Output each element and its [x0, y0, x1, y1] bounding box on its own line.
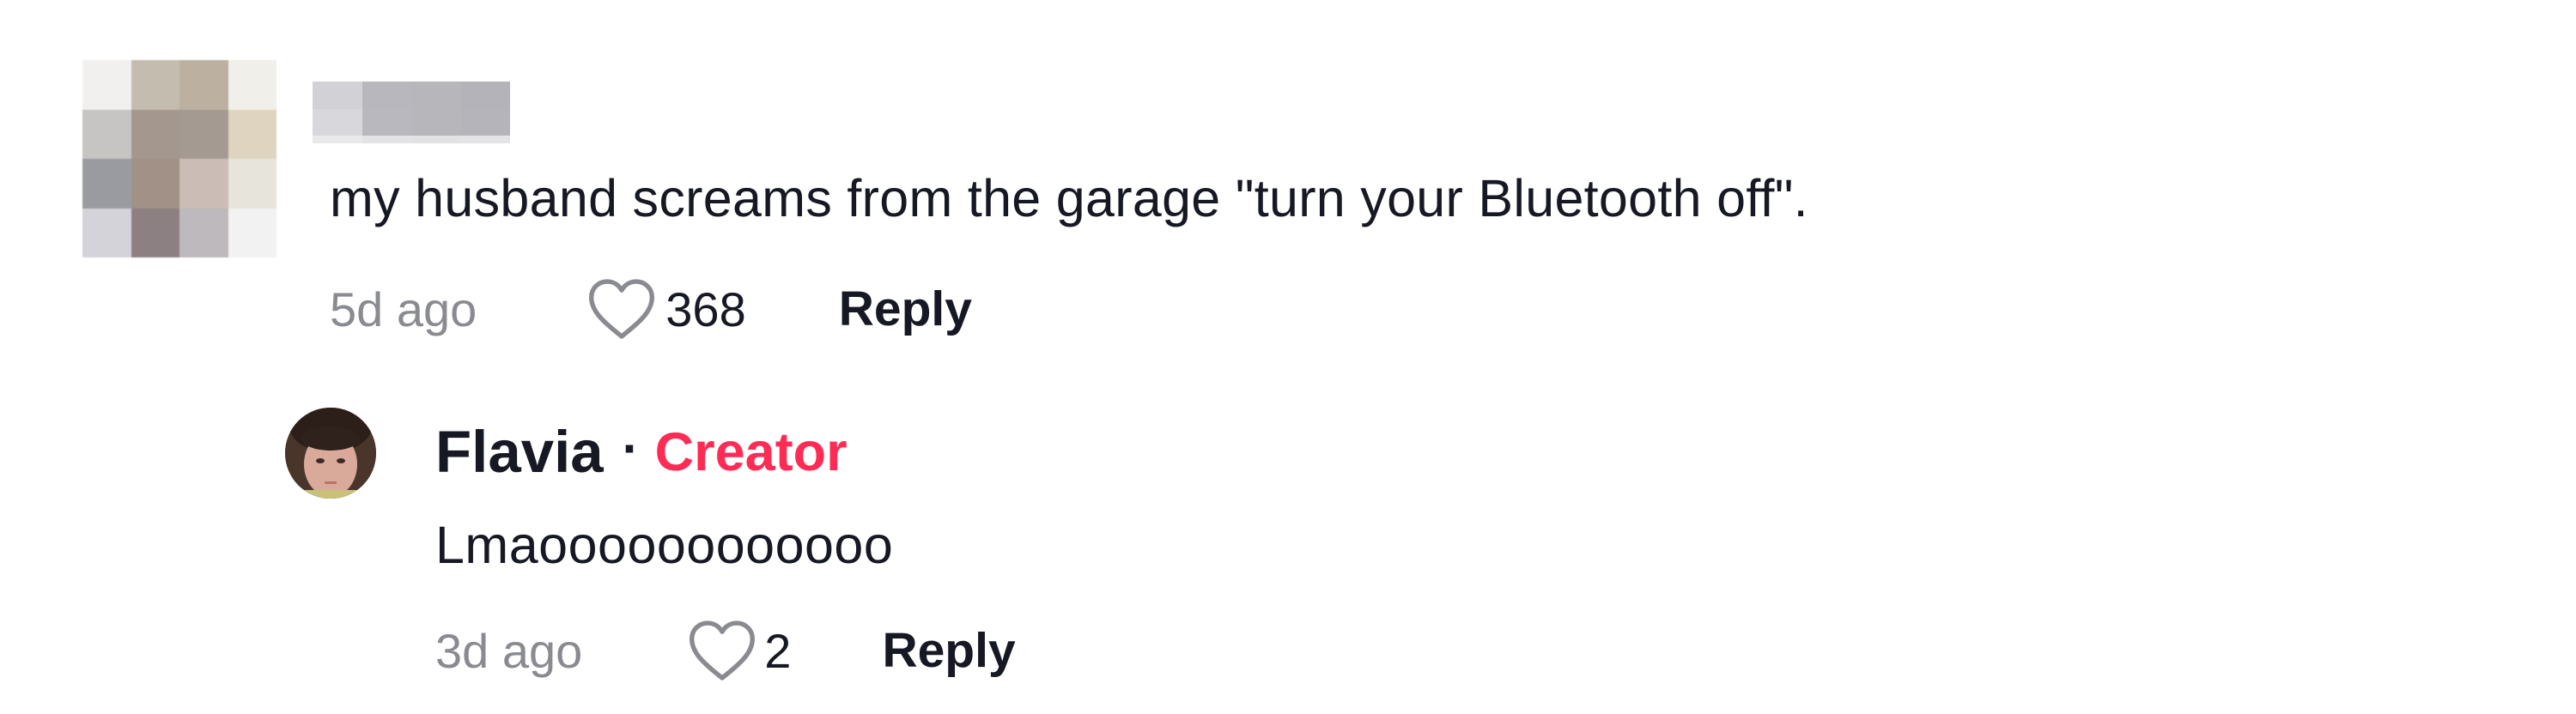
username-mosaic-tile	[361, 108, 411, 136]
username-mosaic-tile	[313, 108, 362, 136]
comment-time: 5d ago	[330, 281, 477, 336]
avatar-mosaic-tile	[179, 60, 228, 110]
reply-like-button[interactable]: 2	[687, 619, 791, 682]
name-separator: ·	[622, 420, 640, 477]
heart-icon[interactable]	[586, 277, 657, 341]
reply-like-count: 2	[764, 623, 792, 678]
commenter-avatar[interactable]	[82, 60, 276, 257]
creator-name[interactable]: Flavia	[435, 418, 604, 486]
reply-text: Lmaoooooooooooo	[435, 516, 894, 574]
avatar-mosaic-tile	[228, 60, 276, 110]
username-mosaic-tile	[313, 136, 362, 143]
avatar-mosaic-tile	[179, 109, 228, 159]
username-mosaic-tile	[361, 82, 411, 109]
username-mosaic-tile	[313, 82, 362, 109]
heart-icon[interactable]	[687, 619, 757, 682]
avatar-mosaic-tile	[82, 208, 131, 257]
avatar-mosaic-tile	[131, 60, 179, 110]
avatar-mosaic-tile	[228, 109, 276, 159]
creator-badge: Creator	[654, 421, 848, 482]
comment-reply-button[interactable]: Reply	[839, 281, 972, 337]
comment-like-count: 368	[665, 281, 746, 336]
reply-time: 3d ago	[435, 623, 583, 678]
avatar-mosaic-tile	[179, 159, 228, 209]
avatar-mosaic-tile	[228, 159, 276, 209]
username-mosaic-tile	[411, 136, 461, 143]
creator-avatar[interactable]	[285, 408, 376, 499]
comment-actions: 5d ago 368 Reply	[330, 275, 972, 343]
avatar-mosaic-tile	[131, 208, 179, 257]
avatar-mosaic-tile	[131, 109, 179, 159]
avatar-mosaic-tile	[82, 109, 131, 159]
avatar-mosaic-tile	[131, 159, 179, 209]
comment-text: my husband screams from the garage "turn…	[330, 169, 1808, 227]
comment-like-button[interactable]: 368	[586, 277, 746, 341]
username-mosaic-tile	[361, 136, 411, 143]
avatar-mosaic-tile	[82, 159, 131, 209]
username-mosaic-tile	[460, 82, 510, 109]
avatar-mosaic-tile	[228, 208, 276, 257]
avatar-mosaic-tile	[179, 208, 228, 257]
commenter-username-redacted[interactable]	[313, 82, 510, 143]
avatar-mosaic-tile	[82, 60, 131, 110]
reply-reply-button[interactable]: Reply	[882, 622, 1015, 679]
username-mosaic-tile	[411, 108, 461, 136]
username-mosaic-tile	[411, 82, 461, 109]
username-mosaic-tile	[460, 108, 510, 136]
username-mosaic-tile	[460, 136, 510, 143]
creator-avatar-image	[285, 408, 376, 499]
reply-header: Flavia · Creator	[435, 418, 848, 486]
reply-actions: 3d ago 2 Reply	[435, 616, 1016, 685]
